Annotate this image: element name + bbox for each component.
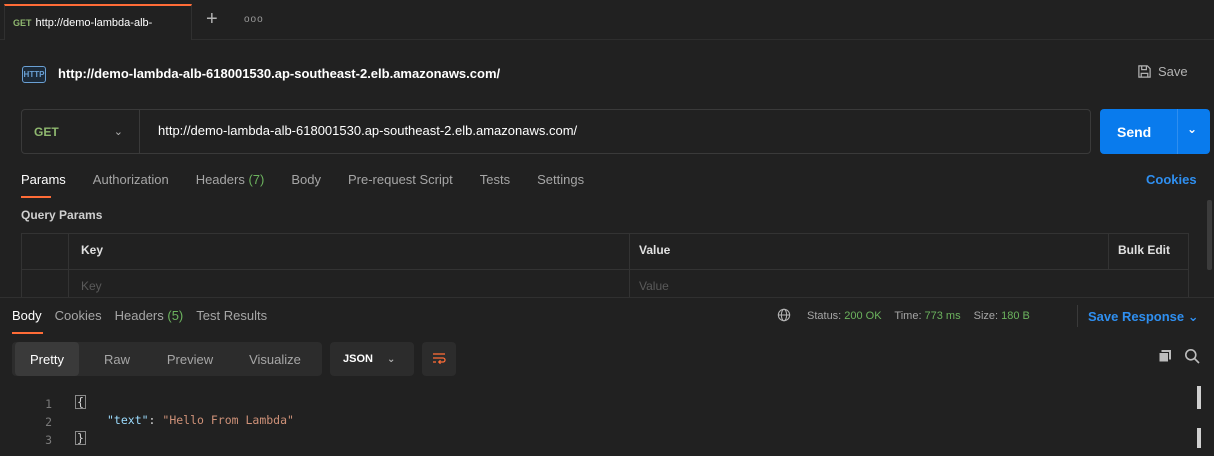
bracket-open: { [75, 395, 86, 409]
response-scrollbar[interactable] [1197, 386, 1201, 409]
response-tab-test-results[interactable]: Test Results [196, 308, 267, 323]
status-divider [1077, 305, 1078, 327]
table-col-divider [1108, 234, 1109, 269]
save-response-label: Save Response [1088, 309, 1185, 324]
tab-body[interactable]: Body [291, 172, 321, 187]
tab-method: GET [13, 18, 32, 28]
time-value[interactable]: 773 ms [925, 310, 961, 322]
view-pretty-button[interactable]: Pretty [15, 342, 79, 376]
tab-headers[interactable]: Headers (7) [196, 172, 265, 187]
cookies-link[interactable]: Cookies [1146, 172, 1197, 187]
column-header-value: Value [639, 243, 671, 257]
save-button[interactable]: Save [1137, 64, 1188, 79]
save-response-button[interactable]: Save Response ⌄ [1088, 309, 1199, 325]
json-key: "text" [107, 413, 149, 427]
view-preview-button[interactable]: Preview [154, 342, 226, 376]
param-key-input[interactable]: Key [81, 279, 102, 293]
response-tabs: Body Cookies Headers (5) Test Results [12, 308, 280, 323]
method-value: GET [34, 124, 59, 139]
line-number: 1 [45, 397, 52, 411]
tab-headers-label: Headers [195, 172, 245, 187]
method-select[interactable]: GET ⌄ [22, 110, 140, 153]
tab-params[interactable]: Params [21, 172, 66, 187]
http-request-icon: HTTP [22, 66, 46, 83]
send-label: Send [1117, 123, 1152, 140]
send-dropdown-chevron-icon[interactable]: ⌄ [1187, 122, 1197, 136]
code-line: } [75, 431, 86, 445]
url-input[interactable]: http://demo-lambda-alb-618001530.ap-sout… [158, 123, 577, 138]
chevron-down-icon: ⌄ [1187, 309, 1199, 324]
line-number: 2 [45, 415, 52, 429]
search-icon[interactable] [1184, 348, 1200, 364]
tab-prerequest-script[interactable]: Pre-request Script [348, 172, 453, 187]
table-col-divider [68, 234, 69, 302]
table-col-divider [629, 234, 630, 302]
response-scrollbar[interactable] [1197, 428, 1201, 448]
json-colon: : [148, 413, 163, 427]
status-label: Status: [807, 310, 842, 322]
request-scrollbar[interactable] [1207, 200, 1212, 270]
tab-settings[interactable]: Settings [537, 172, 584, 187]
tab-headers-count: (7) [248, 172, 265, 187]
send-button[interactable]: Send ⌄ [1100, 109, 1210, 154]
tab-tests[interactable]: Tests [480, 172, 510, 187]
line-number: 3 [45, 433, 52, 447]
wrap-lines-button[interactable] [422, 342, 456, 376]
tab-title: http://demo-lambda-alb- [35, 17, 153, 29]
tab-authorization[interactable]: Authorization [93, 172, 169, 187]
wrap-lines-icon [433, 353, 446, 365]
request-title[interactable]: http://demo-lambda-alb-618001530.ap-sout… [58, 66, 500, 81]
request-tabs: Params Authorization Headers (7) Body Pr… [21, 172, 611, 187]
view-raw-button[interactable]: Raw [88, 342, 146, 376]
more-options-icon[interactable]: ooo [244, 14, 264, 25]
response-tab-cookies[interactable]: Cookies [55, 308, 102, 323]
request-tab[interactable]: GET http://demo-lambda-alb- [4, 4, 192, 40]
globe-icon[interactable] [777, 308, 791, 322]
response-tab-body[interactable]: Body [12, 308, 42, 323]
send-divider [1177, 109, 1178, 154]
size-label: Size: [973, 310, 999, 322]
code-line: "text": "Hello From Lambda" [107, 413, 294, 427]
param-value-input[interactable]: Value [639, 279, 669, 293]
query-params-table [21, 233, 1189, 303]
active-tab-indicator [21, 196, 51, 198]
copy-icon[interactable] [1158, 349, 1172, 363]
bulk-edit-button[interactable]: Bulk Edit [1118, 243, 1170, 257]
table-row-divider [22, 269, 1188, 270]
bracket-close: } [75, 431, 86, 445]
view-visualize-button[interactable]: Visualize [234, 342, 316, 376]
query-params-title: Query Params [21, 208, 103, 222]
new-tab-plus-icon[interactable]: + [206, 9, 218, 29]
response-active-tab-indicator [12, 332, 43, 334]
time-label: Time: [894, 310, 922, 322]
response-tab-headers-count: (5) [167, 308, 184, 323]
response-status-bar: Status: 200 OK Time: 773 ms Size: 180 B [807, 310, 1030, 322]
chevron-down-icon: ⌄ [113, 126, 123, 138]
chevron-down-icon: ⌄ [386, 353, 396, 365]
size-value[interactable]: 180 B [1001, 310, 1030, 322]
save-icon [1138, 65, 1151, 78]
code-line: { [75, 395, 86, 409]
column-header-key: Key [81, 243, 104, 257]
json-value: "Hello From Lambda" [162, 413, 294, 427]
format-value: JSON [343, 353, 373, 365]
save-label: Save [1158, 64, 1188, 79]
format-select[interactable]: JSON ⌄ [330, 342, 414, 376]
response-tab-headers-label: Headers [114, 308, 164, 323]
response-tab-headers[interactable]: Headers (5) [115, 308, 184, 323]
status-value[interactable]: 200 OK [844, 310, 881, 322]
